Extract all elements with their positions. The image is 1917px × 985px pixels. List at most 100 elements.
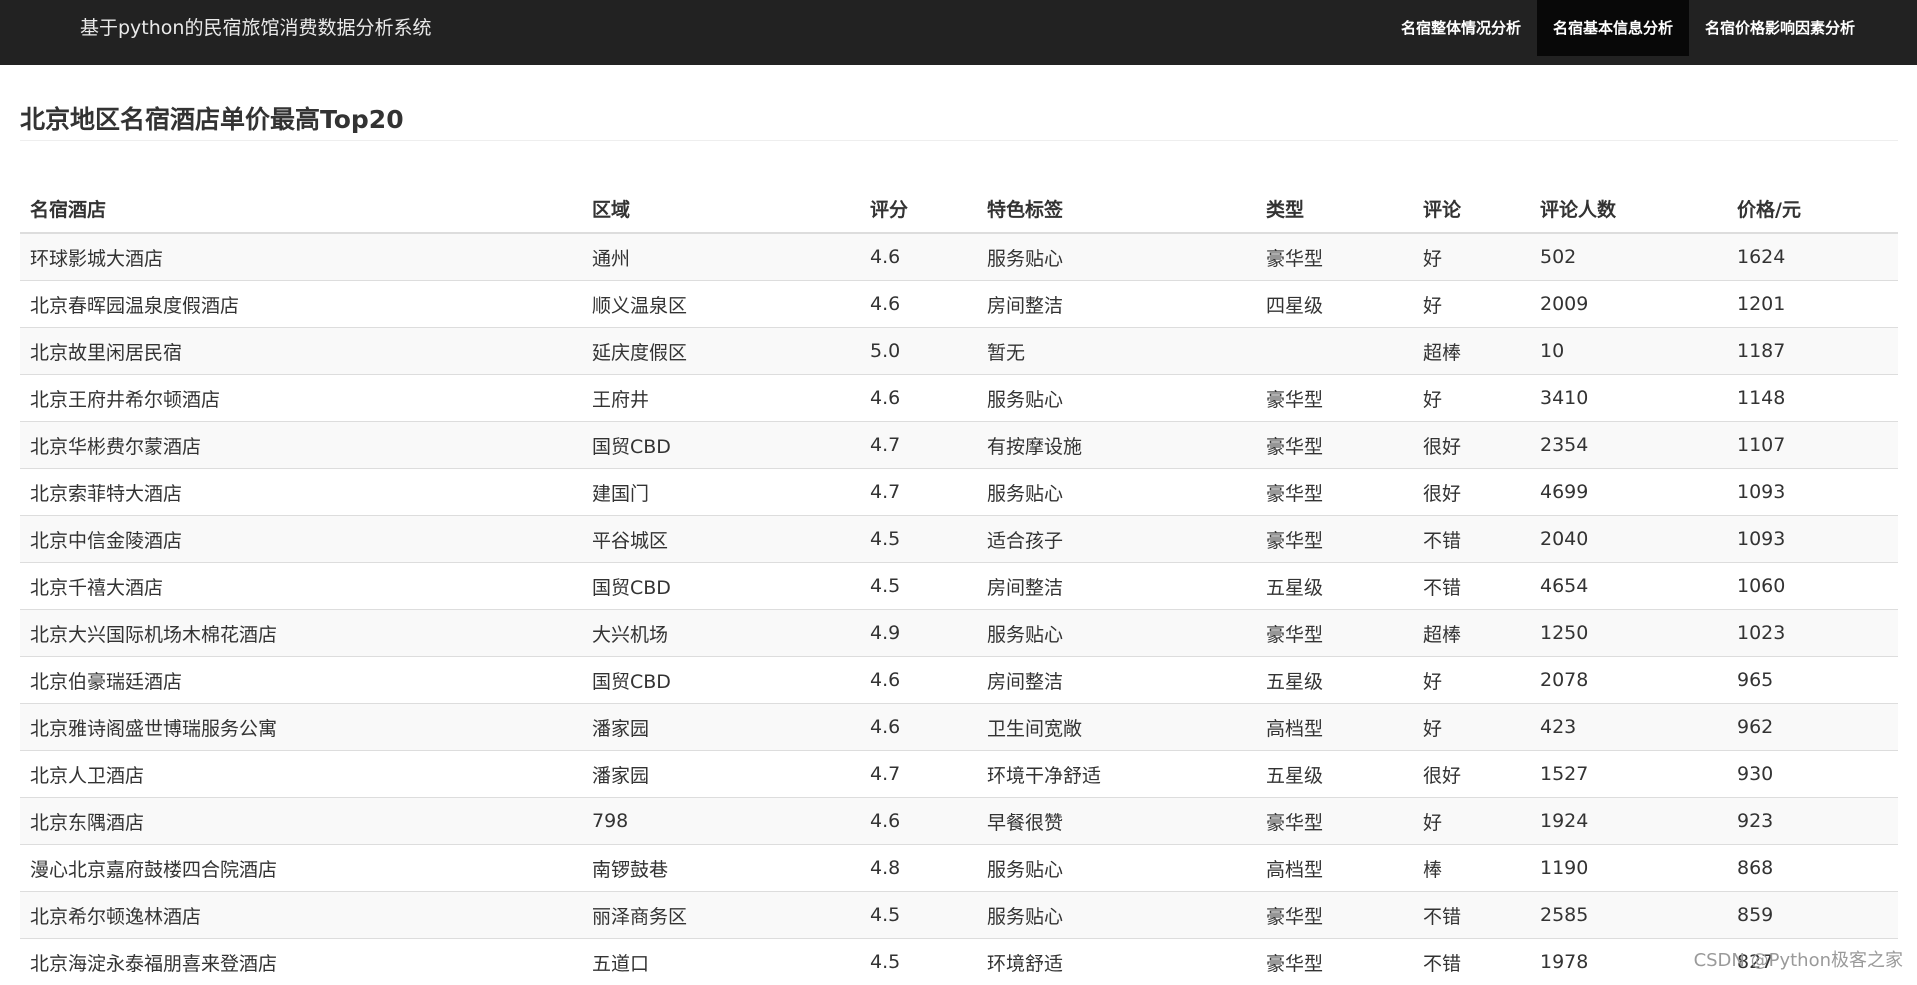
cell-type: 豪华型 [1256, 422, 1413, 469]
table-row: 北京人卫酒店潘家园4.7环境干净舒适五星级很好1527930 [20, 751, 1898, 798]
cell-tag: 服务贴心 [977, 233, 1256, 281]
cell-tag: 环境舒适 [977, 939, 1256, 985]
col-header-score: 评分 [860, 185, 977, 233]
table-row: 北京雅诗阁盛世博瑞服务公寓潘家园4.6卫生间宽敞高档型好423962 [20, 704, 1898, 751]
col-header-type: 类型 [1256, 185, 1413, 233]
cell-review-count: 4699 [1530, 469, 1727, 516]
cell-tag: 卫生间宽敞 [977, 704, 1256, 751]
cell-type: 四星级 [1256, 281, 1413, 328]
cell-score: 4.6 [860, 798, 977, 845]
title-divider [20, 140, 1898, 141]
col-header-area: 区域 [582, 185, 860, 233]
cell-price: 1148 [1727, 375, 1898, 422]
cell-area: 五道口 [582, 939, 860, 985]
cell-score: 4.6 [860, 375, 977, 422]
table-body: 环球影城大酒店通州4.6服务贴心豪华型好5021624北京春晖园温泉度假酒店顺义… [20, 233, 1898, 985]
col-header-tag: 特色标签 [977, 185, 1256, 233]
cell-score: 4.6 [860, 657, 977, 704]
table-row: 北京春晖园温泉度假酒店顺义温泉区4.6房间整洁四星级好20091201 [20, 281, 1898, 328]
cell-type: 豪华型 [1256, 233, 1413, 281]
table-header-row: 名宿酒店 区域 评分 特色标签 类型 评论 评论人数 价格/元 [20, 185, 1898, 233]
cell-type: 豪华型 [1256, 798, 1413, 845]
cell-price: 1093 [1727, 469, 1898, 516]
hotel-price-table: 名宿酒店 区域 评分 特色标签 类型 评论 评论人数 价格/元 环球影城大酒店通… [20, 185, 1898, 985]
cell-area: 顺义温泉区 [582, 281, 860, 328]
cell-score: 4.7 [860, 422, 977, 469]
cell-type: 豪华型 [1256, 939, 1413, 985]
cell-area: 798 [582, 798, 860, 845]
cell-review-count: 2354 [1530, 422, 1727, 469]
cell-tag: 服务贴心 [977, 892, 1256, 939]
cell-hotel: 北京希尔顿逸林酒店 [20, 892, 582, 939]
cell-hotel: 北京春晖园温泉度假酒店 [20, 281, 582, 328]
cell-type: 豪华型 [1256, 516, 1413, 563]
watermark: CSDN @Python极客之家 [1694, 946, 1903, 972]
table-row: 北京华彬费尔蒙酒店国贸CBD4.7有按摩设施豪华型很好23541107 [20, 422, 1898, 469]
cell-review-count: 502 [1530, 233, 1727, 281]
cell-area: 国贸CBD [582, 657, 860, 704]
cell-review: 超棒 [1413, 328, 1530, 375]
cell-score: 5.0 [860, 328, 977, 375]
cell-score: 4.9 [860, 610, 977, 657]
cell-price: 923 [1727, 798, 1898, 845]
cell-area: 国贸CBD [582, 563, 860, 610]
cell-review-count: 1190 [1530, 845, 1727, 892]
cell-review: 不错 [1413, 939, 1530, 985]
nav-menu: 名宿整体情况分析 名宿基本信息分析 名宿价格影响因素分析 [1385, 0, 1871, 56]
cell-score: 4.5 [860, 892, 977, 939]
cell-score: 4.7 [860, 469, 977, 516]
cell-area: 建国门 [582, 469, 860, 516]
table-row: 北京海淀永泰福朋喜来登酒店五道口4.5环境舒适豪华型不错1978827 [20, 939, 1898, 985]
cell-review: 棒 [1413, 845, 1530, 892]
cell-price: 1201 [1727, 281, 1898, 328]
cell-price: 868 [1727, 845, 1898, 892]
cell-score: 4.6 [860, 233, 977, 281]
col-header-hotel: 名宿酒店 [20, 185, 582, 233]
cell-area: 平谷城区 [582, 516, 860, 563]
cell-area: 王府井 [582, 375, 860, 422]
cell-type: 五星级 [1256, 751, 1413, 798]
brand-title[interactable]: 基于python的民宿旅馆消费数据分析系统 [80, 0, 431, 56]
cell-tag: 适合孩子 [977, 516, 1256, 563]
cell-tag: 房间整洁 [977, 563, 1256, 610]
cell-score: 4.5 [860, 939, 977, 985]
cell-review-count: 1250 [1530, 610, 1727, 657]
table-row: 北京希尔顿逸林酒店丽泽商务区4.5服务贴心豪华型不错2585859 [20, 892, 1898, 939]
cell-area: 大兴机场 [582, 610, 860, 657]
cell-type [1256, 328, 1413, 375]
cell-price: 1093 [1727, 516, 1898, 563]
cell-tag: 早餐很赞 [977, 798, 1256, 845]
col-header-review-count: 评论人数 [1530, 185, 1727, 233]
cell-price: 1624 [1727, 233, 1898, 281]
cell-hotel: 北京海淀永泰福朋喜来登酒店 [20, 939, 582, 985]
nav-price-factor-analysis[interactable]: 名宿价格影响因素分析 [1689, 0, 1871, 56]
cell-hotel: 北京故里闲居民宿 [20, 328, 582, 375]
cell-hotel: 北京人卫酒店 [20, 751, 582, 798]
cell-review-count: 2040 [1530, 516, 1727, 563]
nav-basic-info-analysis[interactable]: 名宿基本信息分析 [1537, 0, 1689, 56]
cell-tag: 服务贴心 [977, 375, 1256, 422]
cell-hotel: 北京千禧大酒店 [20, 563, 582, 610]
cell-review: 好 [1413, 233, 1530, 281]
table-row: 北京千禧大酒店国贸CBD4.5房间整洁五星级不错46541060 [20, 563, 1898, 610]
cell-tag: 服务贴心 [977, 845, 1256, 892]
cell-review: 很好 [1413, 469, 1530, 516]
col-header-review: 评论 [1413, 185, 1530, 233]
cell-review-count: 423 [1530, 704, 1727, 751]
cell-type: 豪华型 [1256, 892, 1413, 939]
table-row: 环球影城大酒店通州4.6服务贴心豪华型好5021624 [20, 233, 1898, 281]
cell-review-count: 1527 [1530, 751, 1727, 798]
table-row: 北京王府井希尔顿酒店王府井4.6服务贴心豪华型好34101148 [20, 375, 1898, 422]
cell-hotel: 漫心北京嘉府鼓楼四合院酒店 [20, 845, 582, 892]
cell-hotel: 北京雅诗阁盛世博瑞服务公寓 [20, 704, 582, 751]
cell-price: 1023 [1727, 610, 1898, 657]
nav-overall-analysis[interactable]: 名宿整体情况分析 [1385, 0, 1537, 56]
table-row: 漫心北京嘉府鼓楼四合院酒店南锣鼓巷4.8服务贴心高档型棒1190868 [20, 845, 1898, 892]
cell-area: 国贸CBD [582, 422, 860, 469]
cell-price: 859 [1727, 892, 1898, 939]
cell-area: 潘家园 [582, 751, 860, 798]
table-row: 北京中信金陵酒店平谷城区4.5适合孩子豪华型不错20401093 [20, 516, 1898, 563]
cell-review: 不错 [1413, 892, 1530, 939]
cell-review-count: 4654 [1530, 563, 1727, 610]
cell-price: 965 [1727, 657, 1898, 704]
